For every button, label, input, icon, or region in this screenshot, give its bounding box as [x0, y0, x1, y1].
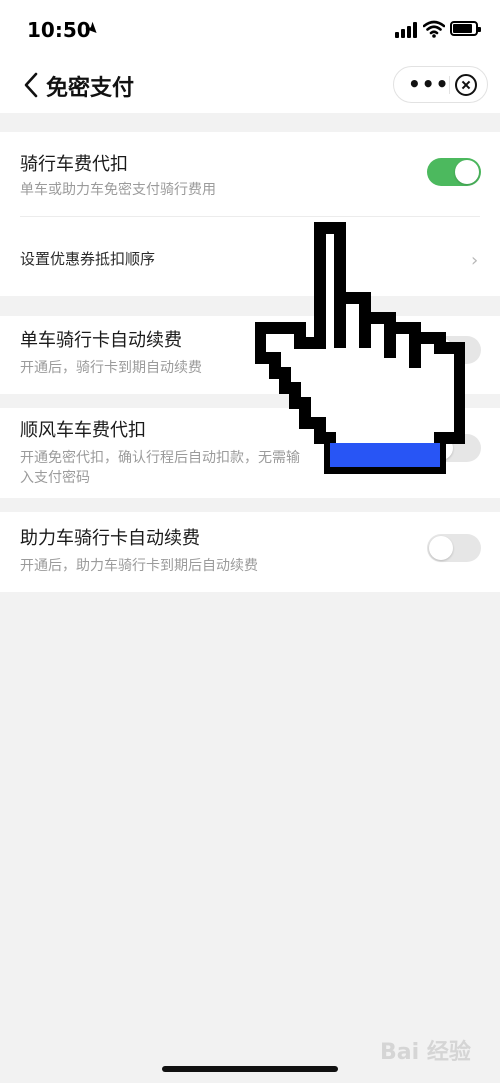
wifi-icon — [423, 20, 445, 38]
watermark: Bai 经验 — [380, 1040, 471, 1065]
nav-bar: 免密支付 ••• — [0, 58, 500, 113]
status-bar: 10:50 ➤ — [0, 0, 500, 58]
bike-card-renewal-description: 开通后，骑行卡到期自动续费 — [20, 360, 202, 376]
close-icon[interactable] — [455, 74, 477, 96]
setting-card-ebike-card-renewal: 助力车骑行卡自动续费 开通后，助力车骑行卡到期后自动续费 — [0, 512, 500, 592]
chevron-right-icon[interactable]: › — [471, 250, 478, 271]
ride-fee-toggle[interactable] — [427, 158, 481, 186]
ride-fee-title: 骑行车费代扣 — [20, 154, 128, 175]
signal-icon — [395, 22, 417, 38]
bike-card-renewal-title: 单车骑行卡自动续费 — [20, 330, 182, 351]
hand-cursor-icon — [255, 222, 465, 474]
toggle-knob — [455, 160, 479, 184]
ride-fee-description: 单车或助力车免密支付骑行费用 — [20, 182, 216, 198]
capsule-divider — [449, 76, 450, 94]
home-indicator — [162, 1066, 338, 1072]
mini-program-capsule: ••• — [393, 66, 488, 103]
coupon-order-link[interactable]: 设置优惠券抵扣顺序 — [20, 248, 155, 269]
chevron-left-icon[interactable] — [22, 72, 40, 98]
screen: 10:50 ➤ 免密支付 ••• 骑行车费代扣 单车或助力车免密支付骑行费用 设… — [0, 0, 500, 1083]
ebike-card-renewal-description: 开通后，助力车骑行卡到期后自动续费 — [20, 558, 258, 574]
row-divider — [20, 216, 480, 217]
ebike-card-renewal-title: 助力车骑行卡自动续费 — [20, 528, 200, 549]
carpool-fee-title: 顺风车车费代扣 — [20, 420, 146, 441]
ebike-card-renewal-toggle[interactable] — [427, 534, 481, 562]
battery-icon — [450, 21, 481, 36]
more-icon[interactable]: ••• — [408, 72, 449, 96]
toggle-knob — [429, 536, 453, 560]
page-title: 免密支付 — [46, 76, 135, 101]
